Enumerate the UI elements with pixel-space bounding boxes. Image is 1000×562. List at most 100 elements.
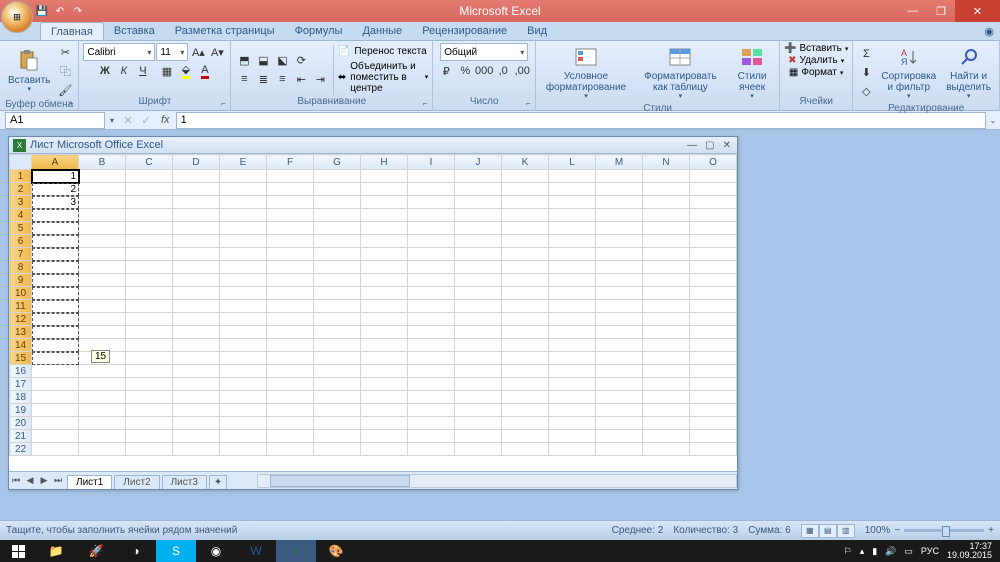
cell-J12[interactable]: [455, 313, 502, 326]
cell-C19[interactable]: [126, 404, 173, 417]
sort-filter-button[interactable]: АЯ Сортировка и фильтр▾: [877, 43, 940, 103]
wb-close-button[interactable]: ✕: [723, 140, 731, 151]
cell-A7[interactable]: [32, 248, 79, 261]
cell-M1[interactable]: [596, 170, 643, 183]
cell-F2[interactable]: [267, 183, 314, 196]
comma-button[interactable]: 000: [475, 62, 493, 80]
cell-N16[interactable]: [643, 365, 690, 378]
cell-N19[interactable]: [643, 404, 690, 417]
currency-button[interactable]: ₽: [437, 62, 455, 80]
cell-G14[interactable]: [314, 339, 361, 352]
cell-I15[interactable]: [408, 352, 455, 365]
cell-E12[interactable]: [220, 313, 267, 326]
col-header-O[interactable]: O: [690, 155, 737, 170]
cell-A4[interactable]: [32, 209, 79, 222]
cell-J16[interactable]: [455, 365, 502, 378]
cell-C13[interactable]: [126, 326, 173, 339]
cell-F10[interactable]: [267, 287, 314, 300]
row-header-20[interactable]: 20: [10, 417, 32, 430]
cell-M18[interactable]: [596, 391, 643, 404]
cell-J1[interactable]: [455, 170, 502, 183]
cell-O19[interactable]: [690, 404, 737, 417]
cell-O17[interactable]: [690, 378, 737, 391]
cell-C10[interactable]: [126, 287, 173, 300]
cell-D3[interactable]: [173, 196, 220, 209]
cell-H1[interactable]: [361, 170, 408, 183]
cell-L22[interactable]: [549, 443, 596, 456]
cell-C14[interactable]: [126, 339, 173, 352]
sheet-nav-last[interactable]: ⏭: [51, 475, 65, 486]
cell-K3[interactable]: [502, 196, 549, 209]
cell-G5[interactable]: [314, 222, 361, 235]
cell-J5[interactable]: [455, 222, 502, 235]
cell-I14[interactable]: [408, 339, 455, 352]
row-header-17[interactable]: 17: [10, 378, 32, 391]
cell-A12[interactable]: [32, 313, 79, 326]
cell-M19[interactable]: [596, 404, 643, 417]
cell-C9[interactable]: [126, 274, 173, 287]
cell-L17[interactable]: [549, 378, 596, 391]
cell-M16[interactable]: [596, 365, 643, 378]
cell-A13[interactable]: [32, 326, 79, 339]
cell-L3[interactable]: [549, 196, 596, 209]
cell-N13[interactable]: [643, 326, 690, 339]
office-button[interactable]: ⊞: [1, 1, 33, 33]
cell-N6[interactable]: [643, 235, 690, 248]
cell-D1[interactable]: [173, 170, 220, 183]
cell-C3[interactable]: [126, 196, 173, 209]
zoom-control[interactable]: 100% − +: [865, 525, 994, 536]
cell-E11[interactable]: [220, 300, 267, 313]
help-icon[interactable]: ◉: [978, 22, 1000, 40]
cell-M13[interactable]: [596, 326, 643, 339]
cell-G8[interactable]: [314, 261, 361, 274]
save-icon[interactable]: 💾: [35, 4, 49, 18]
wrap-text-button[interactable]: 📄 Перенос текста: [338, 46, 428, 57]
cell-N21[interactable]: [643, 430, 690, 443]
cell-N22[interactable]: [643, 443, 690, 456]
cell-C4[interactable]: [126, 209, 173, 222]
cell-B17[interactable]: [79, 378, 126, 391]
cell-E4[interactable]: [220, 209, 267, 222]
underline-button[interactable]: Ч: [134, 62, 152, 80]
insert-cells-button[interactable]: ➕Вставить▾: [784, 43, 848, 54]
new-sheet-button[interactable]: ✦: [209, 475, 227, 489]
format-cells-button[interactable]: ▦Формат▾: [789, 67, 844, 78]
cell-J13[interactable]: [455, 326, 502, 339]
cell-L20[interactable]: [549, 417, 596, 430]
cell-K8[interactable]: [502, 261, 549, 274]
align-left-button[interactable]: ≡: [235, 70, 253, 88]
increase-decimal-button[interactable]: ,0: [494, 62, 512, 80]
cell-M22[interactable]: [596, 443, 643, 456]
font-color-button[interactable]: A: [196, 62, 214, 80]
tab-pagelayout[interactable]: Разметка страницы: [165, 22, 285, 40]
cell-B11[interactable]: [79, 300, 126, 313]
cell-N1[interactable]: [643, 170, 690, 183]
cell-B22[interactable]: [79, 443, 126, 456]
cell-G11[interactable]: [314, 300, 361, 313]
cell-O16[interactable]: [690, 365, 737, 378]
cell-E20[interactable]: [220, 417, 267, 430]
cell-H4[interactable]: [361, 209, 408, 222]
col-header-N[interactable]: N: [643, 155, 690, 170]
row-header-21[interactable]: 21: [10, 430, 32, 443]
row-header-13[interactable]: 13: [10, 326, 32, 339]
cell-B13[interactable]: [79, 326, 126, 339]
cell-G7[interactable]: [314, 248, 361, 261]
tab-review[interactable]: Рецензирование: [412, 22, 517, 40]
cell-M3[interactable]: [596, 196, 643, 209]
sheet-tab-2[interactable]: Лист2: [114, 475, 159, 489]
taskbar-hp[interactable]: ◑: [116, 540, 156, 562]
cell-L21[interactable]: [549, 430, 596, 443]
copy-button[interactable]: ⿻: [56, 62, 74, 80]
bold-button[interactable]: Ж: [96, 62, 114, 80]
cell-H7[interactable]: [361, 248, 408, 261]
cell-O13[interactable]: [690, 326, 737, 339]
cell-D18[interactable]: [173, 391, 220, 404]
cell-I18[interactable]: [408, 391, 455, 404]
cell-I9[interactable]: [408, 274, 455, 287]
cell-I13[interactable]: [408, 326, 455, 339]
cell-M7[interactable]: [596, 248, 643, 261]
cell-H11[interactable]: [361, 300, 408, 313]
row-header-19[interactable]: 19: [10, 404, 32, 417]
cell-L11[interactable]: [549, 300, 596, 313]
